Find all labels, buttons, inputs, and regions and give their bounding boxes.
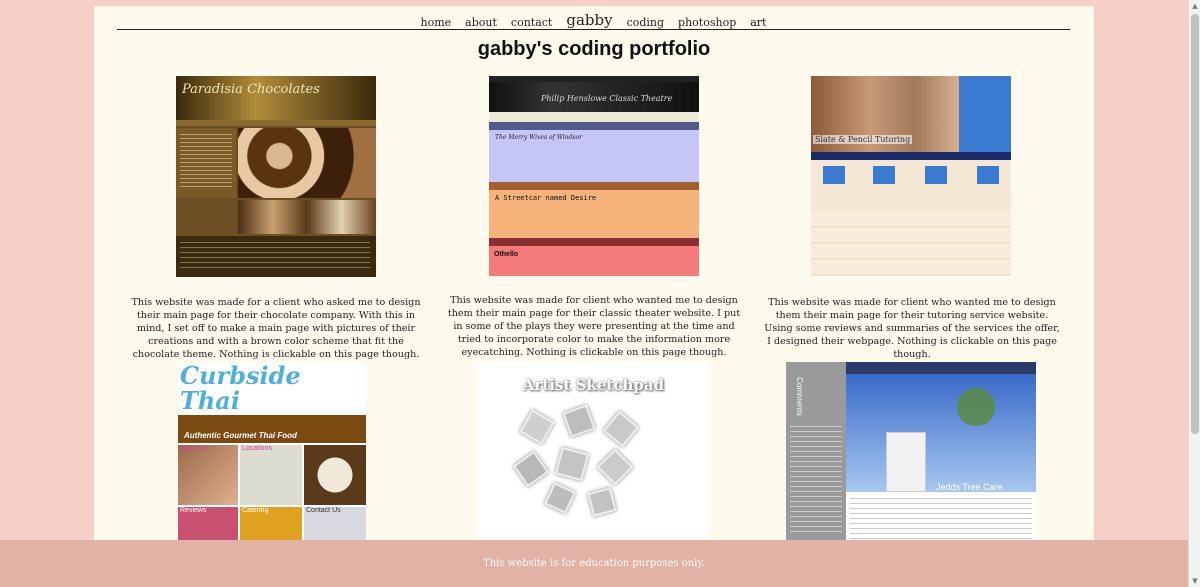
tree-care-comments-label: Comments <box>794 377 804 416</box>
page-container: home about contact gabby coding photosho… <box>94 6 1094 587</box>
nav-about-link[interactable]: about <box>465 17 497 28</box>
theatre-site-description: This website was made for client who wan… <box>447 295 741 358</box>
thai-tile-locations: Locations <box>242 445 272 452</box>
tutoring-logo: Slate & Pencil Tutoring <box>813 135 913 144</box>
thai-tile-catering: Catering <box>242 507 269 514</box>
play-3-title: Othello <box>494 251 519 258</box>
play-2-title: A Streetcar named Desire <box>495 194 597 202</box>
sketchpad-site-thumbnail: Artist Sketchpad <box>478 362 709 546</box>
scroll-up-arrow-icon[interactable]: ▲ <box>1189 0 1200 12</box>
thai-tile-about: About Us <box>180 445 209 452</box>
main-nav: home about contact gabby coding photosho… <box>117 10 1070 30</box>
theatre-site-thumbnail: Philip Henslowe Classic Theatre The Merr… <box>489 76 699 276</box>
chocolate-site-thumbnail: Paradisia Chocolates <box>176 76 376 277</box>
thai-tile-reviews: Reviews <box>180 507 207 514</box>
tree-care-site-thumbnail: Comments Jedds Tree Care <box>786 362 1036 546</box>
theatre-logo: Philip Henslowe Classic Theatre <box>541 94 673 103</box>
thai-tile-contact: Contact Us <box>306 507 341 514</box>
footer-banner: This website is for education purposes o… <box>0 540 1188 587</box>
thai-logo: Curbside Thai <box>180 363 301 415</box>
sketchpad-logo: Artist Sketchpad <box>522 376 665 394</box>
vertical-scrollbar[interactable]: ▲ ▼ <box>1188 0 1200 587</box>
play-1-title: The Merry Wives of Windsor <box>495 134 582 141</box>
nav-brand-link[interactable]: gabby <box>566 13 612 28</box>
thai-site-thumbnail: Curbside Thai Authentic Gourmet Thai Foo… <box>178 363 366 547</box>
tutoring-site-description: This website was made for client who wan… <box>764 297 1060 360</box>
chocolate-logo: Paradisia Chocolates <box>182 82 320 97</box>
nav-art-link[interactable]: art <box>750 17 766 28</box>
nav-photoshop-link[interactable]: photoshop <box>678 17 736 28</box>
thai-tagline: Authentic Gourmet Thai Food <box>184 431 297 440</box>
tree-care-title: Jedds Tree Care <box>936 482 1003 492</box>
scroll-down-arrow-icon[interactable]: ▼ <box>1189 575 1200 587</box>
nav-home-link[interactable]: home <box>421 17 452 28</box>
tutoring-site-thumbnail: Slate & Pencil Tutoring <box>811 76 1011 276</box>
nav-coding-link[interactable]: coding <box>627 17 664 28</box>
page-title: gabby's coding portfolio <box>477 38 711 60</box>
scrollbar-thumb[interactable] <box>1191 14 1199 434</box>
chocolate-site-description: This website was made for a client who a… <box>131 297 421 360</box>
nav-contact-link[interactable]: contact <box>511 17 552 28</box>
